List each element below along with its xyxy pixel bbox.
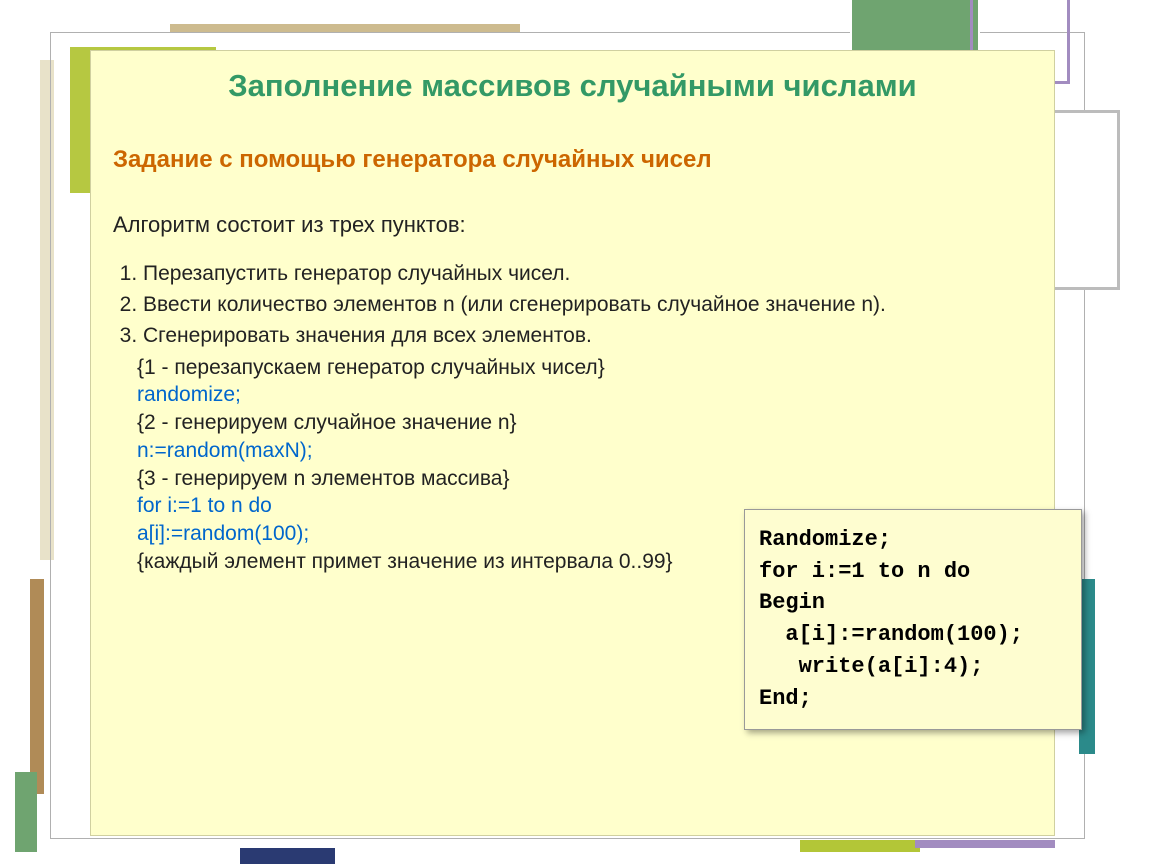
code-line: randomize; — [137, 381, 1036, 409]
code-snippet-box: Randomize; for i:=1 to n do Begin a[i]:=… — [744, 509, 1082, 730]
step-2: Ввести количество элементов n (или сгене… — [143, 291, 1036, 318]
slide-subtitle: Задание с помощью генератора случайных ч… — [113, 146, 1036, 174]
code-line: n:=random(maxN); — [137, 437, 1036, 465]
decor-bar — [170, 24, 520, 32]
slide-content: Заполнение массивов случайными числами З… — [90, 50, 1055, 836]
comment-line: {3 - генерируем n элементов массива} — [137, 465, 1036, 493]
decor-bar — [30, 579, 44, 794]
slide-title: Заполнение массивов случайными числами — [109, 67, 1036, 106]
step-1: Перезапустить генератор случайных чисел. — [143, 260, 1036, 287]
intro-text: Алгоритм состоит из трех пунктов: — [113, 212, 1036, 238]
comment-line: {2 - генерируем случайное значение n} — [137, 409, 1036, 437]
decor-bar — [915, 840, 1055, 848]
comment-line: {1 - перезапускаем генератор случайных ч… — [137, 354, 1036, 382]
decor-bar — [15, 772, 37, 852]
step-3: Сгенерировать значения для всех элементо… — [143, 322, 1036, 349]
decor-bar — [800, 840, 920, 852]
decor-bar — [240, 848, 335, 864]
algorithm-steps: Перезапустить генератор случайных чисел.… — [143, 260, 1036, 350]
